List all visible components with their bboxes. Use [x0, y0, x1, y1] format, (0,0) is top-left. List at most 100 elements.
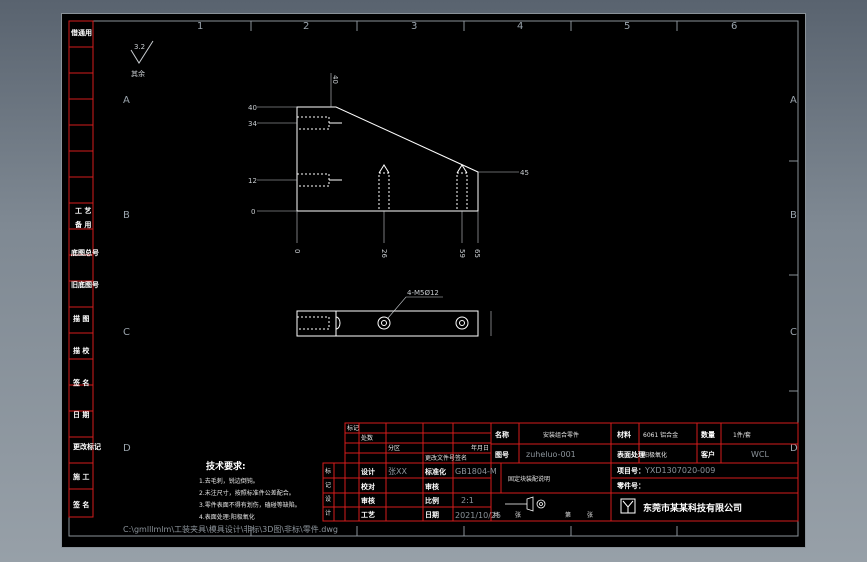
title-block-text: 标记 处数 分区 更改文件号 签名 年月日 标 记 设 计 设计 张XX 标准化…: [325, 424, 769, 520]
file-path: C:\gmlllmlm\工装夹具\模具设计\非标\3D图\非标\零件.dwg: [123, 524, 338, 534]
row-process-label: 工艺: [361, 510, 375, 519]
strip-label-9: 更改标记: [73, 442, 101, 451]
col-signature: 签名: [455, 454, 467, 462]
sheet-total-label: 共: [493, 511, 499, 519]
dim-left-34: 34: [248, 120, 257, 128]
sheet-no-unit: 张: [587, 511, 593, 519]
col-label-4: 4: [517, 21, 523, 32]
surface: 阳极氧化: [643, 451, 667, 459]
dim-bottom-65: 65: [473, 249, 481, 258]
strip-label-11: 签 名: [72, 500, 89, 509]
row-check-label: 校对: [361, 482, 375, 491]
row-labels: A B C D A B C D: [123, 95, 798, 454]
col-label-1: 1: [197, 21, 203, 32]
row-label-a-right: A: [790, 95, 797, 106]
row-approve-label: 审核: [361, 496, 375, 505]
strip-label-2: 备 用: [74, 220, 91, 229]
material: 6061 铝合金: [643, 431, 678, 439]
row-label-d-left: D: [123, 443, 131, 454]
row-design-name: 张XX: [388, 467, 407, 476]
dim-bottom-0: 0: [293, 249, 301, 253]
dim-left-0: 0: [251, 208, 255, 216]
col-count: 处数: [361, 434, 373, 442]
row-label-c-right: C: [790, 327, 797, 338]
col-mark: 标记: [347, 424, 359, 432]
side-label-2: 记: [325, 482, 331, 489]
tech-req-line-2: 2.未注尺寸，按照标准件公差配合。: [199, 489, 295, 497]
label-project-no: 项目号：: [617, 466, 645, 475]
front-dim-labels: 40 34 12 0 40 0 26 59 65 45: [248, 75, 529, 258]
label-material: 材料: [616, 430, 631, 439]
row-standard-value: GB1804-M: [455, 467, 497, 476]
row-label-d-right: D: [790, 443, 798, 454]
sheet-total-unit: 张: [515, 511, 521, 519]
tech-req-line-4: 4.表面处理:阳极氧化: [199, 513, 255, 521]
row-scale-label: 比例: [425, 496, 439, 505]
strip-label-10: 施 工: [73, 472, 89, 481]
col-change-doc: 更改文件号: [425, 454, 455, 462]
side-label-3: 设: [325, 495, 331, 503]
tech-req-line-1: 1.去毛刺，锐边倒钝。: [199, 477, 259, 485]
top-view: [296, 310, 479, 337]
side-label-4: 计: [325, 509, 331, 517]
dim-left-40: 40: [248, 104, 257, 112]
col-label-6: 6: [731, 21, 737, 32]
col-label-2: 2: [303, 21, 309, 32]
customer: WCL: [751, 450, 769, 459]
row-label-b-right: B: [790, 210, 797, 221]
row-design-label: 设计: [361, 467, 375, 476]
row-label-a-left: A: [123, 95, 130, 106]
technical-requirements: 技术要求: 1.去毛刺，锐边倒钝。 2.未注尺寸，按照标准件公差配合。 3.零件…: [199, 460, 301, 521]
projection-symbol-icon: [505, 496, 546, 512]
row-label-c-left: C: [123, 327, 130, 338]
top-view-leader: [387, 296, 492, 336]
front-view: [296, 106, 479, 212]
label-name: 名称: [495, 430, 509, 439]
tech-req-line-3: 3.零件表面不得有划伤，磕碰等缺陷。: [199, 501, 301, 509]
strip-label-6: 描 校: [73, 346, 90, 355]
label-qty: 数量: [701, 430, 715, 439]
drawing-no: zuheluo-001: [526, 450, 576, 459]
cad-canvas[interactable]: 1 2 3 4 5 6 A B C D A B C D 借通用 工 艺 备 用 …: [61, 13, 806, 548]
row-standard-label: 标准化: [424, 467, 446, 476]
tech-req-title: 技术要求:: [206, 460, 246, 472]
strip-label-8: 日 期: [73, 410, 89, 419]
col-date: 年月日: [471, 444, 489, 452]
company-name: 东莞市某某科技有限公司: [643, 502, 742, 514]
part-title: 固定块装配说明: [508, 475, 550, 483]
drawing-sheet: 1 2 3 4 5 6 A B C D A B C D 借通用 工 艺 备 用 …: [61, 13, 806, 548]
front-view-dimensions: [257, 73, 519, 243]
dim-top-40: 40: [331, 75, 339, 84]
dim-bottom-26: 26: [380, 249, 388, 258]
col-label-3: 3: [411, 21, 417, 32]
roughness-symbol: 3.2 其余: [130, 40, 154, 78]
strip-top-label: 借通用: [70, 28, 92, 37]
side-label-1: 标: [325, 467, 331, 475]
col-label-5: 5: [624, 21, 630, 32]
dim-right-45: 45: [520, 169, 529, 177]
label-customer: 客户: [700, 450, 715, 459]
row-review-label: 审核: [425, 482, 439, 491]
company-logo-icon: [620, 498, 636, 514]
strip-label-4: 旧底图号: [71, 280, 99, 289]
hole-note: 4-M5Ø12: [407, 289, 439, 297]
strip-label-5: 描 图: [73, 314, 89, 323]
roughness-note: 其余: [131, 69, 145, 78]
label-part-no: 零件号：: [616, 481, 645, 490]
qty: 1件/套: [733, 431, 751, 439]
row-date-label: 日期: [425, 510, 439, 519]
label-surface: 表面处理: [616, 450, 645, 459]
dim-bottom-59: 59: [458, 249, 466, 258]
strip-label-1: 工 艺: [75, 206, 91, 215]
row-label-b-left: B: [123, 210, 130, 221]
dim-left-12: 12: [248, 177, 257, 185]
part-name: 安装组合零件: [543, 431, 579, 439]
strip-label-7: 签 名: [72, 378, 89, 387]
label-drawing-no: 图号: [495, 450, 509, 459]
project-no: YXD1307020-009: [644, 466, 715, 475]
strip-label-3: 底图总号: [71, 248, 99, 257]
column-labels-top: 1 2 3 4 5 6: [197, 21, 737, 32]
sheet-no-label: 第: [565, 511, 571, 519]
row-scale-value: 2:1: [461, 496, 474, 505]
col-zone: 分区: [388, 444, 400, 452]
